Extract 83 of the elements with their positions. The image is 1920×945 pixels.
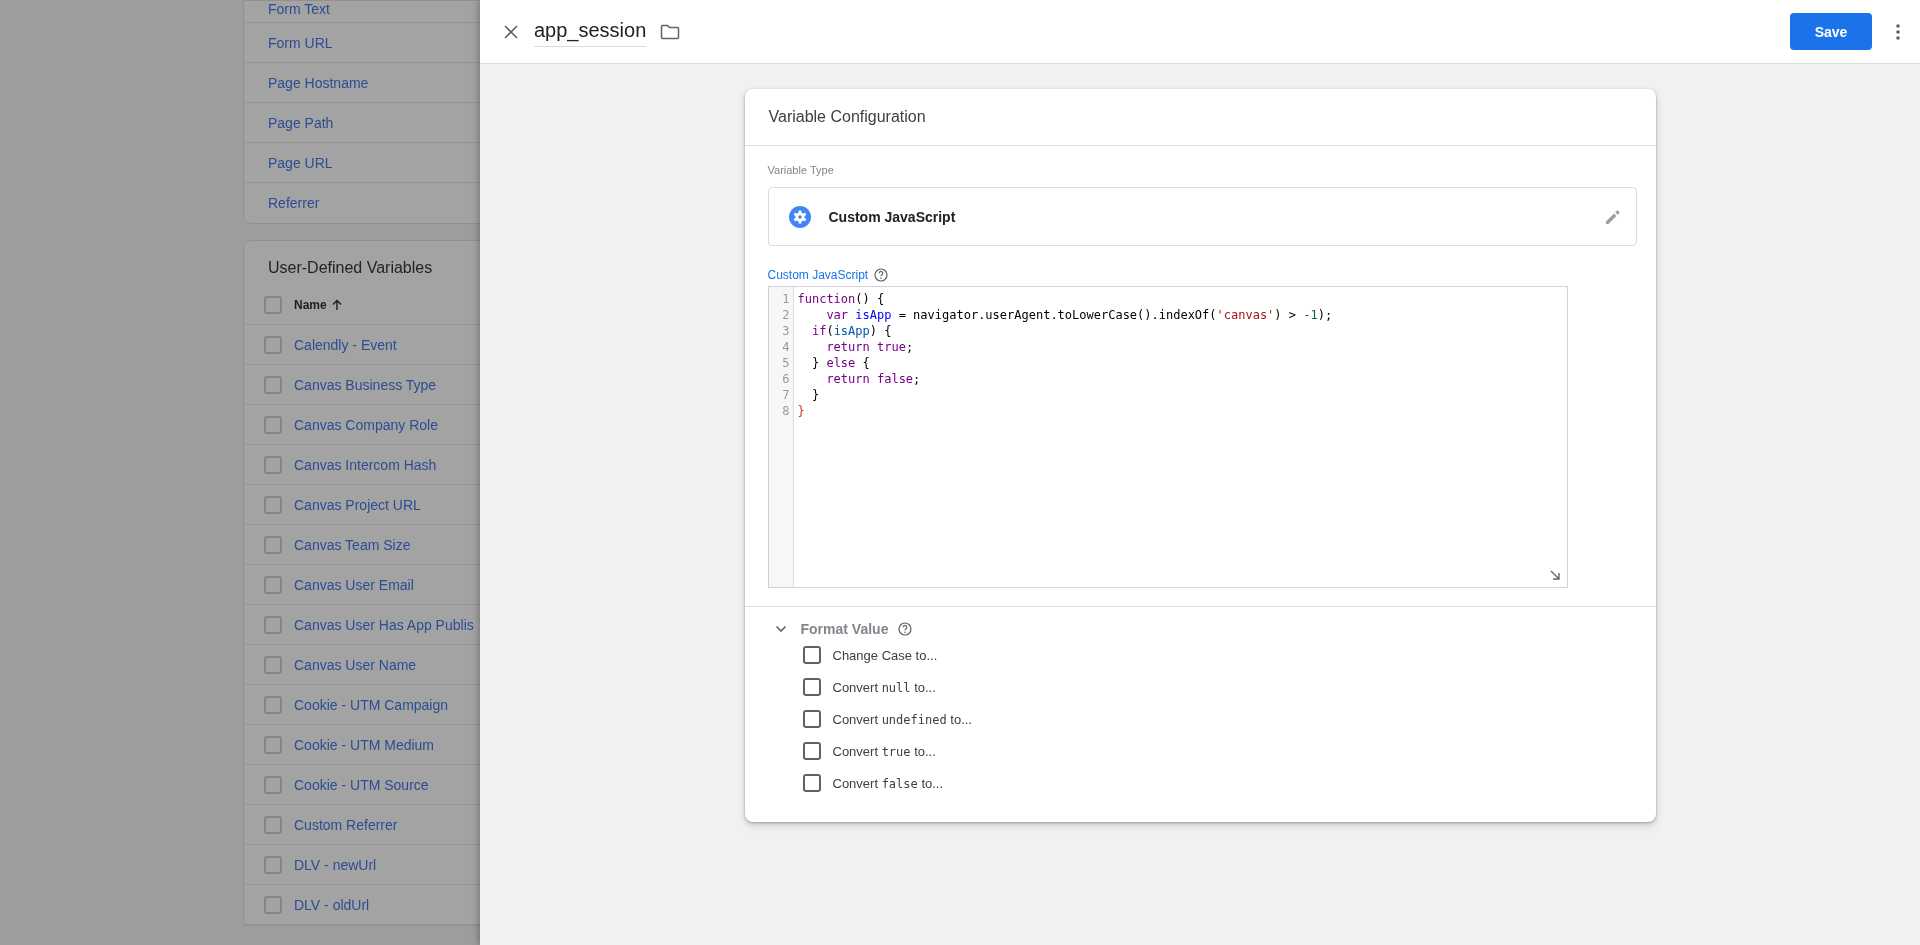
more-options-icon[interactable]	[1896, 23, 1900, 40]
option-label: Convert false to...	[832, 775, 944, 791]
variable-link[interactable]: Canvas Team Size	[294, 536, 411, 553]
line-number: 4	[781, 339, 791, 355]
checkbox[interactable]	[264, 735, 282, 754]
code-line: if(isApp) {	[810, 323, 893, 339]
variable-link[interactable]: Page Hostname	[268, 74, 369, 91]
code-line: return false;	[825, 371, 922, 387]
sort-arrow-up-icon[interactable]	[330, 298, 343, 311]
field-label: Variable Type	[767, 164, 835, 176]
line-number: 3	[781, 323, 791, 339]
line-number: 1	[781, 291, 791, 307]
variable-link[interactable]: Form Text	[268, 1, 330, 17]
checkbox[interactable]	[264, 895, 282, 914]
checkbox[interactable]	[802, 710, 821, 728]
checkbox[interactable]	[264, 415, 282, 434]
option-label: Convert undefined to...	[832, 711, 972, 727]
variable-link[interactable]: DLV - newUrl	[294, 856, 377, 873]
column-header[interactable]: Name	[294, 297, 327, 312]
checkbox[interactable]	[264, 495, 282, 514]
checkbox[interactable]	[802, 678, 821, 696]
folder-icon[interactable]	[660, 23, 681, 40]
checkbox[interactable]	[802, 774, 821, 792]
checkbox[interactable]	[264, 535, 282, 554]
variable-link[interactable]: Cookie - UTM Medium	[294, 736, 435, 753]
variable-link[interactable]: Canvas User Name	[294, 656, 417, 673]
edit-pencil-icon[interactable]	[1603, 207, 1622, 226]
variable-link[interactable]: Form URL	[268, 34, 333, 51]
save-button[interactable]: Save	[1790, 13, 1872, 50]
code-line: function() {	[797, 291, 886, 307]
checkbox[interactable]	[264, 615, 282, 634]
variable-link[interactable]: Canvas Intercom Hash	[294, 456, 437, 473]
checkbox[interactable]	[264, 295, 282, 314]
variable-link[interactable]: Cookie - UTM Campaign	[294, 696, 449, 713]
code-line: } else {	[810, 355, 871, 371]
code-line: return true;	[825, 339, 915, 355]
checkbox[interactable]	[264, 455, 282, 474]
variable-link[interactable]: Canvas Project URL	[294, 496, 421, 513]
variable-link[interactable]: Page URL	[268, 154, 333, 171]
variable-link[interactable]: Canvas User Email	[294, 576, 414, 593]
line-number: 2	[781, 307, 791, 323]
variable-link[interactable]: Canvas User Has App Publis	[294, 616, 474, 633]
code-line: }	[810, 387, 821, 403]
line-number: 8	[781, 403, 791, 419]
section-title[interactable]: Format Value	[800, 621, 889, 637]
card-title: Variable Configuration	[744, 89, 1656, 146]
variable-link[interactable]: Referrer	[268, 195, 320, 211]
variable-link[interactable]: DLV - oldUrl	[294, 896, 370, 913]
checkbox[interactable]	[802, 742, 821, 760]
help-icon[interactable]	[874, 268, 889, 282]
option-label: Convert true to...	[832, 743, 936, 759]
help-icon[interactable]	[898, 622, 913, 636]
variable-type-selector[interactable]: Custom JavaScript	[767, 187, 1637, 246]
section-title: User-Defined Variables	[267, 258, 434, 278]
field-label: Custom JavaScript	[767, 268, 869, 282]
variable-link[interactable]: Page Path	[268, 114, 334, 131]
checkbox[interactable]	[802, 646, 821, 664]
chevron-icon[interactable]	[774, 625, 787, 633]
variable-link[interactable]: Canvas Company Role	[294, 416, 438, 433]
variable-link[interactable]: Custom Referrer	[294, 816, 398, 833]
checkbox[interactable]	[264, 815, 282, 834]
code-line: }	[797, 403, 806, 419]
code-editor[interactable]: 1 2 3 4 5 6 7 8 function() { var isApp = navigator.userAgent.toLowerCase().indexOf('canvas') > -1); if(isApp) { return true; } else { return false; } }	[767, 286, 1568, 588]
line-number: 6	[781, 371, 791, 387]
resize-handle-icon[interactable]	[1548, 569, 1561, 581]
checkbox[interactable]	[264, 855, 282, 874]
checkbox[interactable]	[264, 655, 282, 674]
option-label: Convert null to...	[832, 679, 936, 695]
line-number: 7	[781, 387, 791, 403]
variable-link[interactable]: Cookie - UTM Source	[294, 776, 429, 793]
checkbox[interactable]	[264, 335, 282, 354]
checkbox[interactable]	[264, 575, 282, 594]
gear-icon	[788, 205, 811, 228]
code-line: var isApp = navigator.userAgent.toLowerCase().indexOf('canvas') > -1);	[825, 307, 1333, 323]
checkbox[interactable]	[264, 695, 282, 714]
variable-link[interactable]: Canvas Business Type	[294, 376, 437, 393]
checkbox[interactable]	[264, 775, 282, 794]
line-number: 5	[781, 355, 791, 371]
checkbox[interactable]	[264, 375, 282, 394]
variable-link[interactable]: Calendly - Event	[294, 336, 397, 353]
close-icon[interactable]	[504, 24, 518, 39]
title-field[interactable]: app_session	[534, 16, 647, 47]
option-label: Change Case to...	[832, 647, 938, 663]
